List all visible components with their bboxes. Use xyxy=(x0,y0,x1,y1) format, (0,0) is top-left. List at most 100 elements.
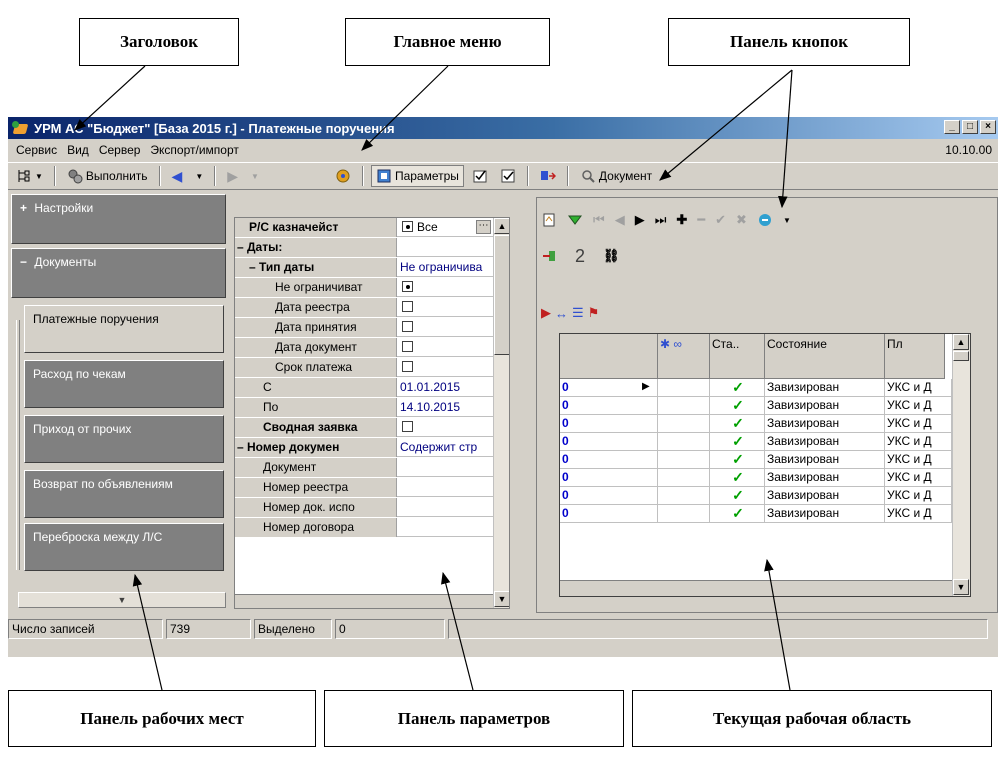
param-value[interactable] xyxy=(398,518,493,537)
param-value[interactable] xyxy=(398,358,493,377)
param-value[interactable] xyxy=(398,458,493,477)
refresh-icon[interactable] xyxy=(757,212,773,228)
last-record-icon[interactable]: ⏭ xyxy=(655,212,667,228)
tree-view-button[interactable]: ▼ xyxy=(12,165,47,187)
table-row[interactable]: 0 ✓ Завизирован УКС и Д xyxy=(560,433,952,451)
filter-icon[interactable] xyxy=(567,212,583,228)
param-row[interactable]: С 01.01.2015 xyxy=(235,378,493,397)
first-record-icon[interactable]: ⏮ xyxy=(593,212,605,228)
checkbox[interactable] xyxy=(402,341,413,352)
param-value[interactable] xyxy=(398,298,493,317)
export-icon[interactable]: ▶ xyxy=(541,305,551,321)
grid-header-state[interactable]: Состояние xyxy=(765,334,885,379)
next-record-icon[interactable]: ▶ xyxy=(635,212,645,228)
close-button[interactable]: × xyxy=(980,120,996,134)
checkbox[interactable] xyxy=(402,301,413,312)
param-value[interactable] xyxy=(398,478,493,497)
radio-selected-icon[interactable] xyxy=(402,281,413,292)
menu-item-view[interactable]: Вид xyxy=(62,143,94,157)
import-icon[interactable] xyxy=(541,248,557,264)
title-bar[interactable]: УРМ АС "Бюджет" [База 2015 г.] - Платежн… xyxy=(8,117,998,139)
link-icon[interactable]: ⛓ xyxy=(603,248,620,264)
param-row[interactable]: – Даты: xyxy=(235,238,493,257)
table-row[interactable]: 0 ✓ Завизирован УКС и Д xyxy=(560,487,952,505)
check-list-button[interactable] xyxy=(468,165,492,187)
scroll-up-button[interactable]: ▲ xyxy=(953,334,969,350)
param-row[interactable]: Номер реестра xyxy=(235,478,493,497)
workplace-other-income[interactable]: Приход от прочих xyxy=(24,415,224,463)
param-value[interactable]: Содержит стр xyxy=(398,438,493,457)
param-row[interactable]: По 14.10.2015 xyxy=(235,398,493,417)
cancel-icon[interactable]: ✖ xyxy=(736,212,747,228)
group-settings[interactable]: + Настройки xyxy=(11,194,226,244)
param-value[interactable] xyxy=(398,418,493,437)
workplace-returns[interactable]: Возврат по объявлениям xyxy=(24,470,224,518)
param-row[interactable]: Срок платежа xyxy=(235,358,493,377)
grid-header-payer[interactable]: Пл xyxy=(885,334,945,379)
scroll-up-button[interactable]: ▲ xyxy=(494,218,509,234)
param-row[interactable]: Не ограничиват xyxy=(235,278,493,297)
param-row[interactable]: Дата принятия xyxy=(235,318,493,337)
param-row[interactable]: Номер док. испо xyxy=(235,498,493,517)
param-value[interactable]: 01.01.2015 xyxy=(398,378,493,397)
flag-icon[interactable]: ⚑ xyxy=(588,305,600,321)
param-value[interactable]: 14.10.2015 xyxy=(398,398,493,417)
scroll-down-button[interactable]: ▼ xyxy=(953,579,969,595)
checkbox[interactable] xyxy=(402,361,413,372)
table-row[interactable]: 0 ✓ Завизирован УКС и Д xyxy=(560,505,952,523)
run-button[interactable]: Выполнить xyxy=(63,165,152,187)
back-button[interactable]: ◀ ▼ xyxy=(168,165,208,187)
delete-record-icon[interactable]: ━ xyxy=(697,212,705,228)
param-value[interactable]: Не ограничива xyxy=(398,258,493,277)
param-row[interactable]: Документ xyxy=(235,458,493,477)
connect-button[interactable] xyxy=(331,165,355,187)
scroll-thumb[interactable] xyxy=(953,351,969,361)
scroll-down-button[interactable]: ▼ xyxy=(494,591,509,607)
grid-scrollbar[interactable]: ▲ ▼ xyxy=(952,334,970,596)
param-value[interactable] xyxy=(398,338,493,357)
grid-header-link[interactable]: ✱ ∞ xyxy=(658,334,710,379)
param-row[interactable]: – Тип даты Не ограничива xyxy=(235,258,493,277)
transfer-button[interactable] xyxy=(536,165,560,187)
checkbox[interactable] xyxy=(402,321,413,332)
radio-selected-icon[interactable] xyxy=(402,221,413,232)
minimize-button[interactable]: _ xyxy=(944,120,960,134)
param-value[interactable]: Все ⋯ xyxy=(398,218,493,237)
checkbox-button[interactable] xyxy=(496,165,520,187)
menu-item-service[interactable]: Сервис xyxy=(11,143,62,157)
workplace-check-expenses[interactable]: Расход по чекам xyxy=(24,360,224,408)
prev-record-icon[interactable]: ◀ xyxy=(615,212,625,228)
menu-item-server[interactable]: Сервер xyxy=(94,143,146,157)
list-icon[interactable]: ☰ xyxy=(572,305,584,321)
checkbox[interactable] xyxy=(402,421,413,432)
param-value[interactable] xyxy=(398,238,493,257)
grid-hscroll[interactable] xyxy=(560,580,952,596)
param-value[interactable] xyxy=(398,278,493,297)
parameters-button[interactable]: Параметры xyxy=(370,165,464,187)
add-record-icon[interactable]: ✚ xyxy=(676,212,687,228)
param-row[interactable]: Сводная заявка xyxy=(235,418,493,437)
param-row[interactable]: Дата реестра xyxy=(235,298,493,317)
maximize-button[interactable]: □ xyxy=(962,120,978,134)
table-row[interactable]: 0 ▶ ✓ Завизирован УКС и Д xyxy=(560,379,952,397)
params-scrollbar[interactable]: ▲ ▼ xyxy=(493,218,509,608)
group-documents[interactable]: − Документы xyxy=(11,248,226,298)
workplace-scroll-down-button[interactable]: ▼ xyxy=(18,592,226,608)
document-button[interactable]: Документ xyxy=(576,165,656,187)
param-value[interactable] xyxy=(398,318,493,337)
param-value[interactable] xyxy=(398,498,493,517)
forward-button[interactable]: ▶ ▼ xyxy=(223,165,263,187)
apply-icon[interactable]: ✔ xyxy=(715,212,726,228)
param-row[interactable]: Номер договора xyxy=(235,518,493,537)
workplace-payment-orders[interactable]: Платежные поручения xyxy=(24,305,224,353)
grid-header-rownum[interactable] xyxy=(560,334,658,379)
param-row[interactable]: Р/С казначейст Все ⋯ xyxy=(235,218,493,237)
ellipsis-icon[interactable]: ⋯ xyxy=(476,220,491,234)
table-row[interactable]: 0 ✓ Завизирован УКС и Д xyxy=(560,451,952,469)
params-hscroll[interactable] xyxy=(235,594,493,608)
workplace-account-transfer[interactable]: Переброска между Л/С xyxy=(24,523,224,571)
table-row[interactable]: 0 ✓ Завизирован УКС и Д xyxy=(560,415,952,433)
table-row[interactable]: 0 ✓ Завизирован УКС и Д xyxy=(560,397,952,415)
swap-icon[interactable]: ↔ xyxy=(555,306,568,321)
param-row[interactable]: – Номер докумен Содержит стр xyxy=(235,438,493,457)
